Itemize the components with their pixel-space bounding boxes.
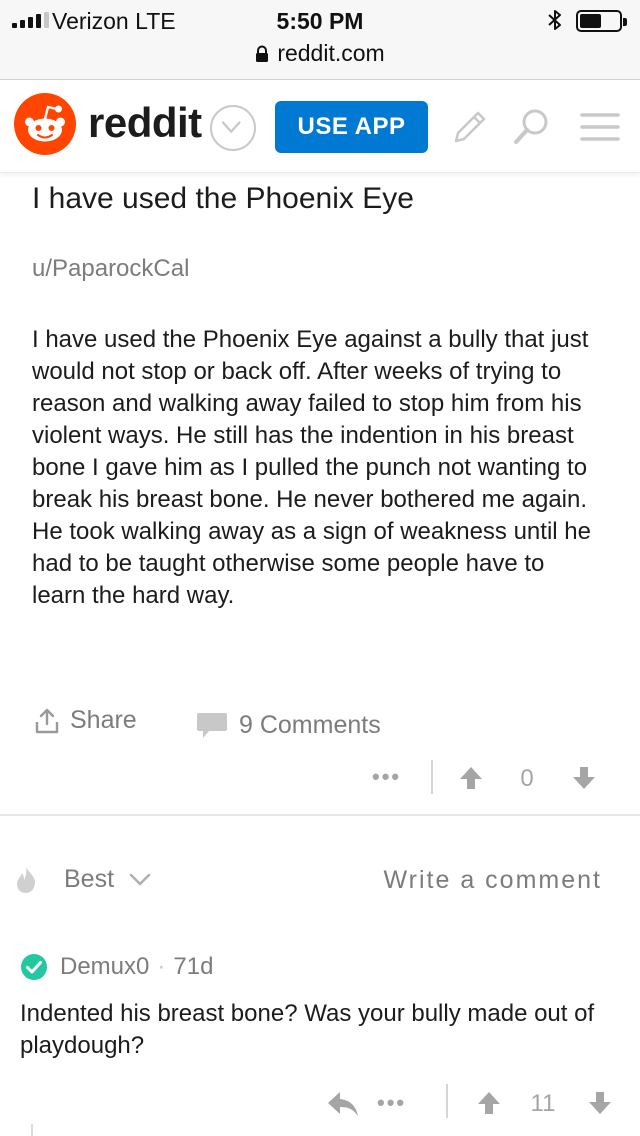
post-author[interactable]: u/PaparockCal bbox=[32, 255, 189, 283]
community-dropdown-button[interactable] bbox=[210, 105, 256, 151]
chevron-down-icon bbox=[221, 121, 241, 133]
reddit-logo-icon[interactable] bbox=[14, 93, 76, 155]
lock-icon bbox=[256, 45, 269, 62]
comment-author[interactable]: Demux0 bbox=[60, 953, 149, 981]
pencil-icon[interactable] bbox=[446, 103, 494, 151]
comment-body: Indented his breast bone? Was your bully… bbox=[20, 1000, 595, 1059]
post-score: 0 bbox=[520, 765, 534, 792]
write-comment-button[interactable]: Write a comment bbox=[384, 866, 602, 895]
comment-bubble-icon bbox=[197, 713, 227, 738]
meta-separator: · bbox=[157, 953, 166, 980]
url-bar[interactable]: reddit.com bbox=[0, 40, 640, 67]
share-label: Share bbox=[70, 706, 137, 734]
comment-header: Demux0 · 71d bbox=[20, 953, 213, 981]
search-icon[interactable] bbox=[508, 103, 556, 151]
bluetooth-icon bbox=[548, 10, 561, 30]
checkmark-badge-icon bbox=[21, 954, 47, 980]
comment-action-bar: ••• 11 bbox=[320, 1084, 620, 1122]
status-bar: Verizon LTE 5:50 PM reddit.com bbox=[0, 0, 640, 80]
url-text: reddit.com bbox=[277, 40, 385, 66]
battery-icon bbox=[576, 10, 627, 32]
downvote-arrow-icon[interactable] bbox=[587, 1090, 613, 1116]
post-body: I have used the Phoenix Eye against a bu… bbox=[32, 326, 591, 609]
upvote-arrow-icon[interactable] bbox=[476, 1090, 502, 1116]
comment-age: 71d bbox=[173, 953, 214, 980]
share-button[interactable]: Share bbox=[34, 706, 137, 735]
post-vote-bar: ••• 0 bbox=[370, 760, 610, 796]
comment-sort-dropdown[interactable]: Best bbox=[14, 864, 152, 894]
post-title[interactable]: I have used the Phoenix Eye bbox=[32, 182, 414, 216]
site-header: reddit USE APP bbox=[0, 81, 640, 173]
section-divider bbox=[0, 814, 640, 816]
use-app-button[interactable]: USE APP bbox=[275, 101, 428, 153]
menu-icon[interactable] bbox=[576, 103, 624, 151]
comment-score: 11 bbox=[530, 1090, 556, 1117]
upvote-arrow-icon[interactable] bbox=[458, 765, 484, 791]
comment-thread-line bbox=[31, 1124, 33, 1136]
status-time: 5:50 PM bbox=[276, 8, 364, 34]
comment-more-button[interactable]: ••• bbox=[377, 1090, 406, 1116]
share-icon bbox=[35, 708, 59, 733]
comments-button[interactable]: 9 Comments bbox=[195, 709, 381, 741]
downvote-arrow-icon[interactable] bbox=[571, 765, 597, 791]
divider bbox=[431, 760, 433, 794]
sort-label: Best bbox=[64, 864, 115, 893]
chevron-down-icon bbox=[129, 873, 151, 886]
reply-icon[interactable] bbox=[326, 1090, 360, 1118]
divider bbox=[446, 1084, 448, 1118]
reddit-wordmark[interactable]: reddit bbox=[88, 99, 202, 147]
flame-icon bbox=[17, 866, 36, 893]
comments-count: 9 Comments bbox=[239, 710, 381, 739]
post-more-button[interactable]: ••• bbox=[372, 764, 401, 790]
